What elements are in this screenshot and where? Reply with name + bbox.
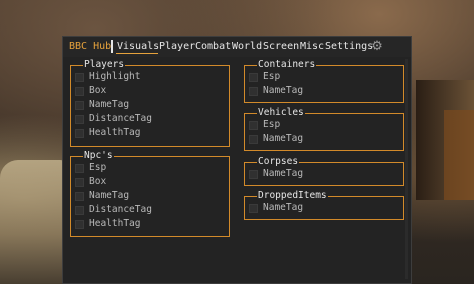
option-label: NameTag bbox=[89, 190, 130, 201]
tab-player[interactable]: Player bbox=[159, 41, 195, 53]
group-title-containers: Containers bbox=[257, 59, 317, 70]
group-players: Players Highlight Box NameTag DistanceTa… bbox=[70, 59, 230, 147]
active-tab-indicator bbox=[116, 53, 158, 54]
option-label: NameTag bbox=[263, 85, 304, 96]
group-dropped-items: DroppedItems NameTag bbox=[244, 190, 404, 220]
cheat-menu-window: BBC Hub Visuals Player Combat World Scre… bbox=[62, 36, 412, 284]
checkbox[interactable] bbox=[75, 178, 84, 187]
option-label: HealthTag bbox=[89, 218, 141, 229]
gear-icon[interactable]: ⚙ bbox=[370, 40, 384, 54]
checkbox[interactable] bbox=[249, 170, 258, 179]
option-label: NameTag bbox=[263, 168, 304, 179]
tab-misc[interactable]: Misc bbox=[300, 41, 324, 53]
option-label: Box bbox=[89, 176, 107, 187]
checkbox[interactable] bbox=[75, 87, 84, 96]
option-label: Esp bbox=[89, 162, 107, 173]
checkbox[interactable] bbox=[75, 220, 84, 229]
brand-title: BBC Hub bbox=[69, 41, 112, 52]
checkbox[interactable] bbox=[75, 115, 84, 124]
option-label: DistanceTag bbox=[89, 113, 152, 124]
option-label: DistanceTag bbox=[89, 204, 152, 215]
option-label: Box bbox=[89, 85, 107, 96]
tab-combat[interactable]: Combat bbox=[195, 41, 231, 53]
option-label: NameTag bbox=[263, 202, 304, 213]
checkbox[interactable] bbox=[75, 129, 84, 138]
group-title-npcs: Npc's bbox=[83, 150, 114, 161]
scrollbar[interactable] bbox=[405, 59, 408, 279]
checkbox[interactable] bbox=[249, 121, 258, 130]
group-title-dropped-items: DroppedItems bbox=[257, 190, 328, 201]
group-corpses: Corpses NameTag bbox=[244, 156, 404, 186]
option-label: NameTag bbox=[89, 99, 130, 110]
checkbox[interactable] bbox=[75, 164, 84, 173]
option-label: Esp bbox=[263, 71, 281, 82]
group-vehicles: Vehicles Esp NameTag bbox=[244, 107, 404, 151]
option-label: NameTag bbox=[263, 133, 304, 144]
tab-settings[interactable]: Settings bbox=[325, 41, 373, 53]
group-title-corpses: Corpses bbox=[257, 156, 300, 167]
group-title-players: Players bbox=[83, 59, 126, 70]
tab-visuals[interactable]: Visuals bbox=[117, 41, 159, 53]
checkbox[interactable] bbox=[249, 135, 258, 144]
group-title-vehicles: Vehicles bbox=[257, 107, 305, 118]
checkbox[interactable] bbox=[75, 192, 84, 201]
tab-screen[interactable]: Screen bbox=[263, 41, 299, 53]
checkbox[interactable] bbox=[249, 204, 258, 213]
checkbox[interactable] bbox=[75, 73, 84, 82]
option-label: HealthTag bbox=[89, 127, 141, 138]
option-label: Esp bbox=[263, 119, 281, 130]
checkbox[interactable] bbox=[75, 206, 84, 215]
checkbox[interactable] bbox=[249, 87, 258, 96]
tab-world[interactable]: World bbox=[232, 41, 262, 53]
group-containers: Containers Esp NameTag bbox=[244, 59, 404, 103]
background-sandbags bbox=[0, 160, 70, 284]
tab-bar: BBC Hub Visuals Player Combat World Scre… bbox=[63, 37, 411, 57]
background-door-light bbox=[444, 110, 474, 200]
option-label: Highlight bbox=[89, 71, 141, 82]
checkbox[interactable] bbox=[249, 73, 258, 82]
checkbox[interactable] bbox=[75, 101, 84, 110]
group-npcs: Npc's Esp Box NameTag DistanceTag Health… bbox=[70, 150, 230, 237]
tab-separator bbox=[111, 40, 113, 53]
